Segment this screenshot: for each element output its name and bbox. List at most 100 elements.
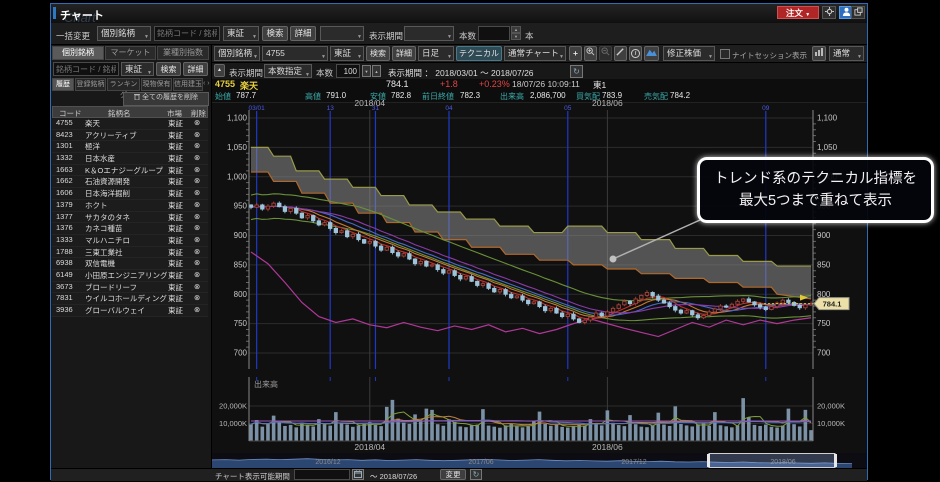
table-row[interactable]: 6149小田原エンジニアリング東証⊗ xyxy=(52,270,208,282)
main-chart[interactable]: 1,1001,1001,0501,0501,0001,0009509509009… xyxy=(212,97,867,377)
footer-refresh-button[interactable]: ↻ xyxy=(470,469,482,480)
table-row[interactable]: 6938双信電機東証⊗ xyxy=(52,258,208,270)
count-input[interactable] xyxy=(478,26,510,41)
timeframe-select[interactable]: 日足 xyxy=(418,46,454,61)
table-row[interactable]: 3936グローバルウェイ東証⊗ xyxy=(52,305,208,317)
subtab-scroll-icons[interactable]: ‹ › xyxy=(203,80,210,87)
range-navigator[interactable]: 2016/122017/062017/122018/06 xyxy=(212,453,867,468)
chart-search-button[interactable]: 検索 xyxy=(366,46,390,61)
calendar-button[interactable] xyxy=(352,469,364,480)
market-select[interactable]: 東証 xyxy=(223,26,259,41)
volume-chart[interactable]: 20,000K20,000K10,000K10,000K2018/042018/… xyxy=(212,377,867,452)
detail-button[interactable]: 詳細 xyxy=(290,26,316,41)
info-button[interactable]: i xyxy=(629,46,642,61)
price-adjust-select[interactable]: 修正株価 xyxy=(663,46,715,61)
sidebar-detail-button[interactable]: 詳細 xyxy=(183,62,208,76)
mountain-chart-button[interactable] xyxy=(644,46,659,61)
sidebar-subtab-margin[interactable]: 信用建玉 xyxy=(173,78,203,91)
chart-type-select[interactable]: 通常チャート xyxy=(504,46,566,61)
table-row[interactable]: 1333マルハニチロ東証⊗ xyxy=(52,235,208,247)
delete-icon[interactable]: ⊗ xyxy=(194,118,206,127)
sidebar-tab-sector[interactable]: 業種別指数 xyxy=(157,46,209,60)
mini-chart-button[interactable] xyxy=(812,46,826,61)
footer-date-input[interactable] xyxy=(294,469,350,480)
table-row[interactable]: 1332日本水産東証⊗ xyxy=(52,153,208,165)
table-row[interactable]: 1376カネコ種苗東証⊗ xyxy=(52,223,208,235)
navigator-handle-right[interactable] xyxy=(834,454,837,467)
delete-icon[interactable]: ⊗ xyxy=(194,305,206,314)
chart-code-select[interactable]: 4755 xyxy=(262,46,328,61)
delete-icon[interactable]: ⊗ xyxy=(194,223,206,232)
table-row[interactable]: 1301極洋東証⊗ xyxy=(52,141,208,153)
table-row[interactable]: 1379ホクト東証⊗ xyxy=(52,200,208,212)
delete-icon[interactable]: ⊗ xyxy=(194,141,206,150)
table-row[interactable]: 4755楽天東証⊗ xyxy=(52,118,208,130)
svg-text:31: 31 xyxy=(372,105,380,112)
clear-history-button[interactable]: 全ての履歴を削除 xyxy=(123,92,209,106)
add-indicator-button[interactable]: + xyxy=(569,46,582,61)
table-row[interactable]: 7831ウイルコホールディングス東証⊗ xyxy=(52,293,208,305)
collapse-button[interactable]: ▲ xyxy=(214,64,225,77)
settings-button[interactable] xyxy=(822,6,836,19)
night-session-checkbox[interactable] xyxy=(720,49,730,59)
period-select[interactable] xyxy=(404,26,454,41)
search-button[interactable]: 検索 xyxy=(262,26,288,41)
delete-icon[interactable]: ⊗ xyxy=(194,165,206,174)
zoom-out-button[interactable] xyxy=(599,46,612,61)
delete-icon[interactable]: ⊗ xyxy=(194,293,206,302)
draw-button[interactable] xyxy=(614,46,627,61)
chart-mode-select[interactable]: 個別銘柄 xyxy=(214,46,260,61)
table-row[interactable]: 1663K＆Oエナジーグループ東証⊗ xyxy=(52,165,208,177)
delete-icon[interactable]: ⊗ xyxy=(194,153,206,162)
spinner-down-icon[interactable]: ▼ xyxy=(511,33,521,40)
popout-button[interactable] xyxy=(851,6,865,19)
count-up-icon[interactable]: ▲ xyxy=(372,65,381,77)
delete-icon[interactable]: ⊗ xyxy=(194,247,206,256)
mode-select[interactable]: 個別銘柄 xyxy=(97,26,151,41)
sidebar-market-select[interactable]: 東証 xyxy=(121,62,154,76)
order-button[interactable]: 注文 ▼ xyxy=(777,6,819,19)
stock-market: 東証 xyxy=(168,212,190,223)
sidebar-tab-individual[interactable]: 個別銘柄 xyxy=(52,46,104,60)
chart-detail-button[interactable]: 詳細 xyxy=(392,46,416,61)
sidebar-search-button[interactable]: 検索 xyxy=(156,62,181,76)
table-row[interactable]: 1606日本海洋掘削東証⊗ xyxy=(52,188,208,200)
table-row[interactable]: 3673ブロードリーフ東証⊗ xyxy=(52,282,208,294)
delete-icon[interactable]: ⊗ xyxy=(194,282,206,291)
sidebar-subtab-history[interactable]: 履歴 xyxy=(52,78,74,91)
table-row[interactable]: 8423アクリーティブ東証⊗ xyxy=(52,130,208,142)
table-row[interactable]: 1662石油資源開発東証⊗ xyxy=(52,176,208,188)
delete-icon[interactable]: ⊗ xyxy=(194,212,206,221)
technical-button[interactable]: テクニカル xyxy=(456,46,502,61)
table-row[interactable]: 1788三東工業社東証⊗ xyxy=(52,247,208,259)
delete-icon[interactable]: ⊗ xyxy=(194,235,206,244)
batch-change-label[interactable]: 一括変更 xyxy=(56,30,90,42)
count-spinner[interactable]: ▲ ▼ xyxy=(511,26,521,41)
sidebar-subtab-ranking[interactable]: ランキング xyxy=(107,78,140,91)
periodbar-count-label: 本数 xyxy=(316,67,333,79)
change-button[interactable]: 変更 xyxy=(440,469,466,480)
sidebar-tab-market[interactable]: マーケット xyxy=(105,46,156,60)
delete-icon[interactable]: ⊗ xyxy=(194,176,206,185)
delete-icon[interactable]: ⊗ xyxy=(194,258,206,267)
table-row[interactable]: 1377サカタのタネ東証⊗ xyxy=(52,212,208,224)
chart-market-select[interactable]: 東証 xyxy=(330,46,364,61)
delete-icon[interactable]: ⊗ xyxy=(194,130,206,139)
symbol-search-input[interactable] xyxy=(154,26,220,41)
count-mode-select[interactable]: 本数指定 xyxy=(264,64,312,78)
navigator-window[interactable] xyxy=(709,454,835,468)
refresh-button[interactable]: ↻ xyxy=(570,65,583,78)
delete-icon[interactable]: ⊗ xyxy=(194,200,206,209)
bar-count-input[interactable] xyxy=(336,64,360,78)
navigator-handle-left[interactable] xyxy=(707,454,710,467)
session-select[interactable]: 通常 xyxy=(829,46,864,61)
delete-icon[interactable]: ⊗ xyxy=(194,188,206,197)
spinner-up-icon[interactable]: ▲ xyxy=(511,26,521,33)
count-down-icon[interactable]: ▼ xyxy=(362,65,371,77)
sidebar-symbol-input[interactable] xyxy=(53,62,119,76)
sidebar-subtab-watchlist[interactable]: 登録銘柄 xyxy=(75,78,106,91)
zoom-in-button[interactable] xyxy=(584,46,597,61)
delete-icon[interactable]: ⊗ xyxy=(194,270,206,279)
sidebar-subtab-holdings[interactable]: 現物保有 xyxy=(141,78,172,91)
chart-style-select[interactable] xyxy=(320,26,364,41)
